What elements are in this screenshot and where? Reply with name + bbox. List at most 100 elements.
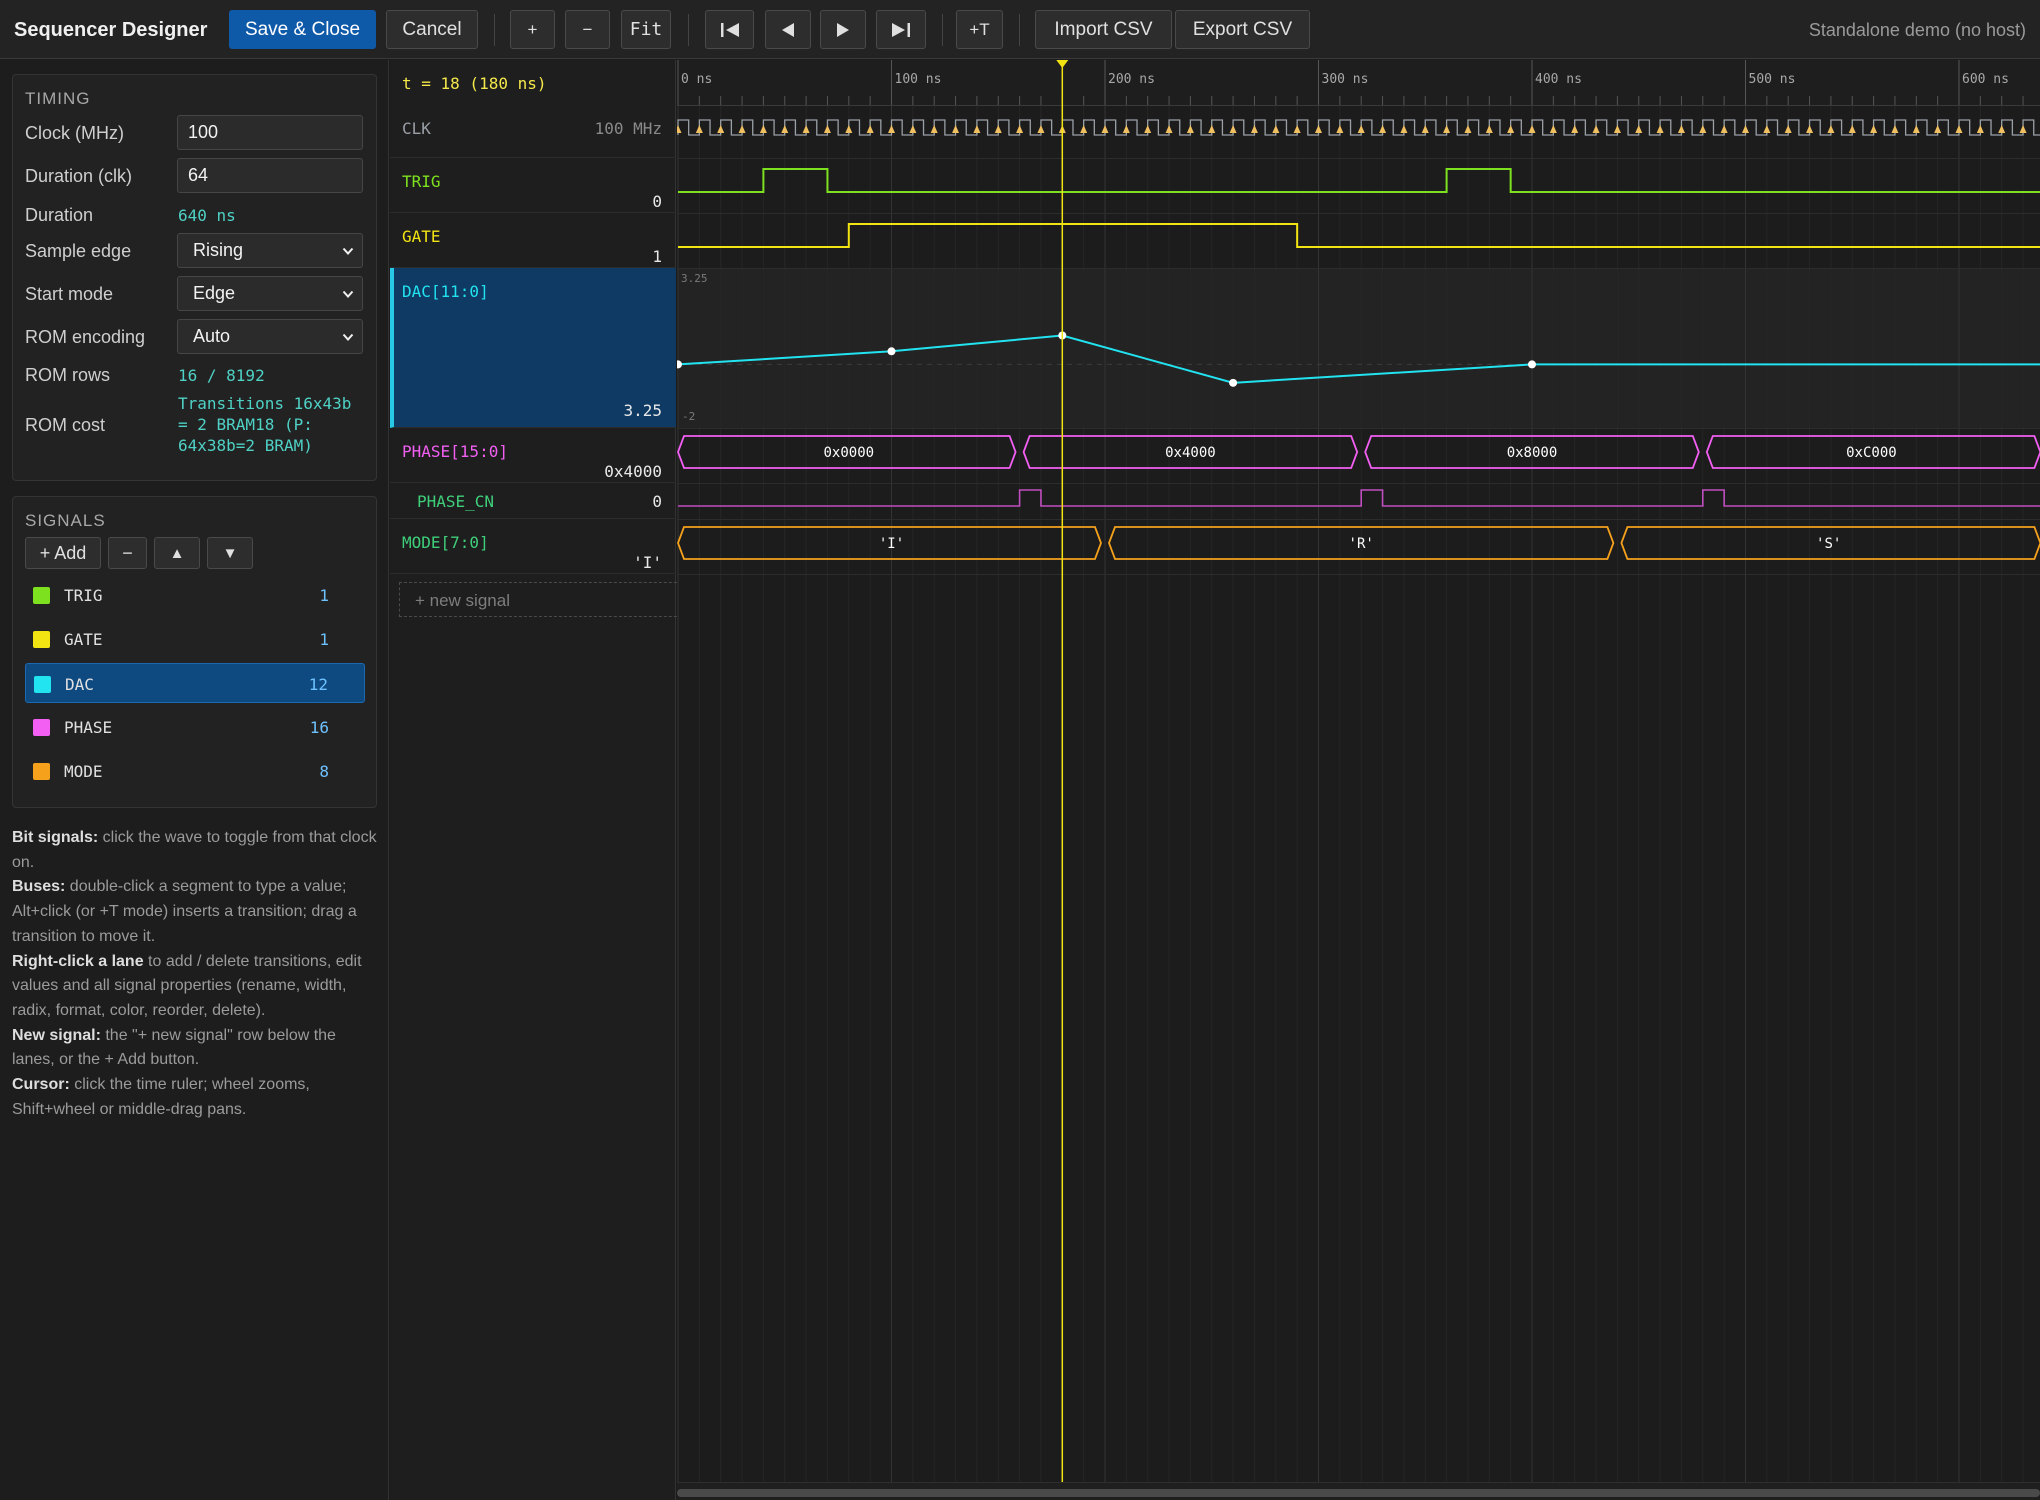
lane-label-gate[interactable]: GATE 1	[390, 213, 676, 268]
host-status: Standalone demo (no host)	[1808, 20, 2026, 40]
save-close-button[interactable]: Save & Close	[229, 10, 376, 49]
rom-encoding-select[interactable]: Auto	[177, 319, 363, 354]
zoom-in-button[interactable]: +	[510, 10, 555, 49]
fit-button[interactable]: Fit	[621, 10, 671, 49]
waveform-area[interactable]: 0 ns 100 ns 200 ns 300 ns 400 ns 500 ns 600 ns…	[677, 60, 2040, 1482]
signal-color-swatch[interactable]	[33, 719, 50, 736]
bus-segment-label: 0x8000	[1507, 445, 1558, 461]
ruler-label: 0 ns	[681, 72, 712, 87]
insert-transition-toggle[interactable]: +T	[956, 10, 1003, 49]
duration-label: Duration	[25, 205, 94, 225]
ruler-label: 200 ns	[1108, 72, 1155, 87]
signal-name: GATE	[64, 630, 103, 649]
lane-label-phase-15-0[interactable]: PHASE[15:0] 0x4000	[390, 428, 676, 483]
move-up-button[interactable]: ▲	[154, 537, 200, 569]
signal-width: 16	[309, 718, 329, 737]
signals-buttons: + Add − ▲ ▼	[25, 537, 365, 569]
bus-segment-label: 0x4000	[1165, 445, 1216, 461]
clock-label: Clock (MHz)	[25, 123, 124, 143]
signal-name: DAC	[65, 675, 94, 694]
waveform-canvas[interactable]: 0 ns 100 ns 200 ns 300 ns 400 ns 500 ns 600 ns…	[677, 60, 2040, 1482]
zoom-out-button[interactable]: −	[565, 10, 610, 49]
lane-value: 0	[652, 492, 662, 511]
ruler-label: 600 ns	[1962, 72, 2009, 87]
lane-name: PHASE_CN	[417, 492, 495, 511]
help-paragraph: Cursor: click the time ruler; wheel zoom…	[12, 1073, 382, 1122]
help-paragraph: Bit signals: click the wave to toggle fr…	[12, 826, 382, 875]
start-mode-value: Edge	[193, 283, 236, 303]
sample-edge-label: Sample edge	[25, 241, 132, 261]
lane-value: 3.25	[623, 401, 662, 420]
timing-title: TIMING	[25, 89, 91, 108]
remove-signal-button[interactable]: −	[108, 537, 147, 569]
help-term: New signal:	[12, 1026, 101, 1044]
step-forward-icon	[837, 22, 849, 37]
skip-start-icon	[720, 22, 739, 37]
lane-value: 0x4000	[604, 462, 662, 481]
skip-end-icon	[892, 22, 910, 37]
clock-input[interactable]: 100	[177, 115, 363, 150]
dac-knot	[887, 347, 896, 356]
toolbar-separator	[494, 14, 495, 46]
duration-clk-input[interactable]: 64	[177, 158, 363, 193]
signal-item-gate[interactable]: GATE 1	[25, 619, 365, 659]
lane-value: 0	[652, 192, 662, 211]
step-back-icon	[782, 22, 794, 37]
bus-segment-label: 'R'	[1349, 536, 1374, 552]
app-title: Sequencer Designer	[14, 19, 208, 41]
signal-item-phase[interactable]: PHASE 16	[25, 707, 365, 747]
sample-edge-value: Rising	[193, 240, 244, 260]
bus-segment-label: 'S'	[1816, 536, 1841, 552]
scrollbar-thumb[interactable]	[677, 1489, 2040, 1497]
import-csv-button[interactable]: Import CSV	[1035, 10, 1172, 49]
toolbar: Sequencer Designer Save & Close Cancel +…	[0, 0, 2040, 59]
lane-name: PHASE[15:0]	[402, 442, 508, 461]
lane-label-clk[interactable]: CLK 100 MHz	[390, 105, 676, 158]
go-start-button[interactable]	[705, 10, 754, 49]
sample-edge-select[interactable]: Rising	[177, 233, 363, 268]
signal-width: 8	[319, 762, 329, 781]
lane-label-dac-11-0[interactable]: DAC[11:0] 3.25	[390, 268, 676, 428]
help-term: Buses:	[12, 878, 66, 896]
signal-item-trig[interactable]: TRIG 1	[25, 575, 365, 615]
move-down-button[interactable]: ▼	[207, 537, 253, 569]
help-term: Right-click a lane	[12, 952, 144, 970]
export-csv-button[interactable]: Export CSV	[1175, 10, 1310, 49]
toolbar-separator	[688, 14, 689, 46]
signal-name: PHASE	[64, 718, 113, 737]
lane-name: TRIG	[402, 172, 441, 191]
signal-color-swatch[interactable]	[33, 763, 50, 780]
toolbar-separator	[1019, 14, 1020, 46]
chevron-down-icon	[342, 247, 354, 255]
signals-card: SIGNALS + Add − ▲ ▼ TRIG 1 GATE 1 DAC 12 PHASE…	[12, 496, 377, 808]
rom-rows-value: 16 / 8192	[178, 366, 265, 385]
duration-value: 640 ns	[178, 206, 236, 225]
rom-cost-line: 64x38b=2 BRAM)	[178, 436, 313, 455]
go-end-button[interactable]	[876, 10, 926, 49]
signal-color-swatch[interactable]	[33, 587, 50, 604]
signal-color-swatch[interactable]	[33, 631, 50, 648]
lane-label-mode-7-0[interactable]: MODE[7:0] 'I'	[390, 519, 676, 574]
step-back-button[interactable]	[765, 10, 811, 49]
cursor-readout: t = 18 (180 ns)	[402, 74, 547, 93]
lane-label-phase-cn[interactable]: PHASE_CN 0	[390, 483, 676, 519]
signal-item-dac[interactable]: DAC 12	[25, 663, 365, 703]
step-forward-button[interactable]	[820, 10, 866, 49]
signal-width: 12	[308, 675, 328, 694]
rom-cost-line: = 2 BRAM18 (P:	[178, 415, 313, 434]
signal-color-swatch[interactable]	[34, 676, 51, 693]
cancel-button[interactable]: Cancel	[386, 10, 478, 49]
ruler-label: 500 ns	[1749, 72, 1796, 87]
rom-cost-line: Transitions 16x43b	[178, 394, 352, 413]
rom-cost-label: ROM cost	[25, 415, 106, 435]
lane-label-trig[interactable]: TRIG 0	[390, 158, 676, 213]
add-signal-button[interactable]: + Add	[25, 537, 101, 569]
horizontal-scrollbar[interactable]	[677, 1482, 2040, 1500]
bus-segment-label: 0x0000	[824, 445, 875, 461]
signal-item-mode[interactable]: MODE 8	[25, 751, 365, 791]
lane-value: 'I'	[633, 553, 662, 572]
help-text: Bit signals: click the wave to toggle fr…	[12, 826, 382, 1122]
bus-segment-label: 'I'	[879, 536, 904, 552]
signal-name: TRIG	[64, 586, 103, 605]
start-mode-select[interactable]: Edge	[177, 276, 363, 311]
